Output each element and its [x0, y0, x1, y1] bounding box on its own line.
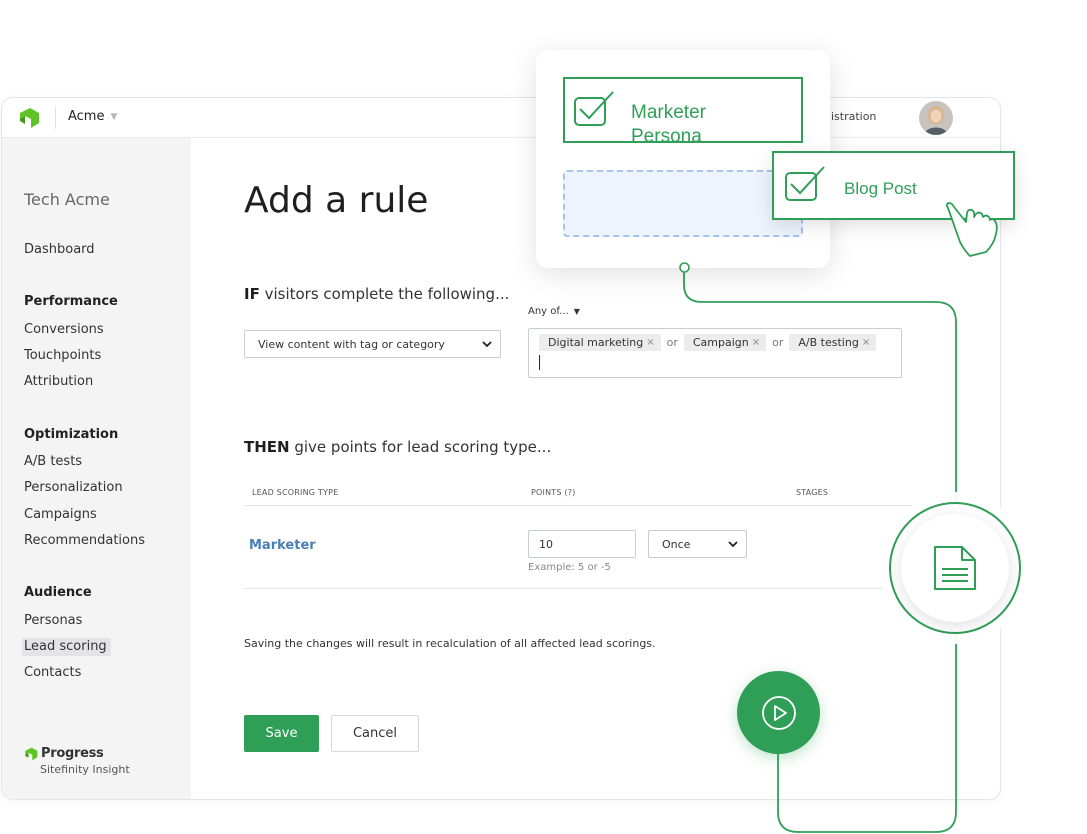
- sidebar-item-campaigns[interactable]: Campaigns: [24, 507, 97, 522]
- persona-card[interactable]: Marketer Persona: [563, 77, 803, 147]
- table-divider: [244, 588, 932, 589]
- progress-logo-icon: [25, 747, 38, 760]
- any-of-dropdown[interactable]: Any of... ▼: [528, 306, 580, 317]
- cancel-button[interactable]: Cancel: [331, 715, 419, 752]
- connector-node-icon: [679, 262, 690, 273]
- hand-pointer-icon: [945, 202, 998, 257]
- sidebar-item-conversions[interactable]: Conversions: [24, 322, 104, 337]
- sidebar-item-attribution[interactable]: Attribution: [24, 374, 93, 389]
- caret-down-icon: ▼: [573, 307, 580, 316]
- tenant-name: Tech Acme: [24, 190, 110, 209]
- lead-type-link[interactable]: Marketer: [249, 538, 316, 553]
- tag-label: Digital marketing: [548, 336, 644, 349]
- points-input[interactable]: 10: [528, 530, 636, 558]
- sidebar-item-ab-tests[interactable]: A/B tests: [24, 454, 82, 469]
- sidebar-item-dashboard[interactable]: Dashboard: [24, 242, 95, 257]
- tag-chip: Digital marketing ×: [539, 334, 661, 351]
- brand-name: Progress: [41, 746, 104, 761]
- any-of-label: Any of...: [528, 306, 569, 317]
- tag-chip: A/B testing ×: [789, 334, 877, 351]
- frequency-value: Once: [662, 537, 691, 551]
- if-text: visitors complete the following...: [259, 285, 510, 303]
- column-header-type: LEAD SCORING TYPE: [252, 488, 339, 497]
- page-title: Add a rule: [244, 180, 429, 221]
- or-separator: or: [666, 336, 678, 349]
- close-icon[interactable]: ×: [752, 337, 760, 348]
- top-bar: Acme ▼ nistration: [2, 98, 1000, 138]
- sidebar-section-audience: Audience: [24, 585, 92, 600]
- blog-card-label: Blog Post: [844, 179, 917, 198]
- sidebar-item-personas[interactable]: Personas: [24, 613, 82, 628]
- play-icon: [761, 695, 796, 730]
- avatar[interactable]: [919, 101, 953, 135]
- tag-label: A/B testing: [798, 336, 859, 349]
- document-node[interactable]: [889, 502, 1021, 634]
- points-value: 10: [539, 537, 553, 551]
- close-icon[interactable]: ×: [646, 337, 654, 348]
- checkbox-checked-icon: [574, 91, 614, 126]
- tag-chip: Campaign ×: [683, 334, 767, 351]
- document-icon: [934, 546, 976, 590]
- condition-select[interactable]: View content with tag or category: [244, 330, 501, 358]
- user-avatar-icon: [919, 101, 953, 135]
- chevron-down-icon: ▼: [110, 111, 118, 122]
- administration-link[interactable]: nistration: [824, 110, 876, 123]
- if-keyword: IF: [244, 285, 260, 303]
- drop-zone[interactable]: [563, 170, 803, 237]
- org-name: Acme: [68, 109, 105, 124]
- persona-card-label: Marketer Persona: [631, 102, 706, 147]
- column-header-stages: STAGES: [796, 488, 829, 497]
- chevron-down-icon: [482, 340, 492, 347]
- play-button[interactable]: [737, 671, 820, 754]
- sidebar-section-optimization: Optimization: [24, 427, 119, 442]
- sidebar-item-touchpoints[interactable]: Touchpoints: [24, 348, 101, 363]
- condition-select-value: View content with tag or category: [258, 337, 445, 351]
- then-keyword: THEN: [244, 438, 290, 456]
- if-heading: IF visitors complete the following...: [244, 285, 509, 303]
- or-separator: or: [772, 336, 784, 349]
- text-cursor: [539, 355, 540, 370]
- tag-label: Campaign: [692, 336, 749, 349]
- sidebar-section-performance: Performance: [24, 294, 118, 309]
- column-header-points: POINTS (?): [531, 488, 576, 497]
- sidebar-item-recommendations[interactable]: Recommendations: [24, 533, 145, 548]
- document-node-inner: [901, 514, 1009, 622]
- tag-input[interactable]: Digital marketing × or Campaign × or A/B t…: [528, 328, 902, 378]
- brand-logo: Progress Sitefinity Insight: [24, 746, 130, 776]
- frequency-select[interactable]: Once: [648, 530, 747, 558]
- chevron-down-icon: [728, 540, 738, 547]
- then-heading: THEN give points for lead scoring type..…: [244, 438, 551, 456]
- sidebar-item-lead-scoring[interactable]: Lead scoring: [22, 638, 111, 656]
- sidebar: Tech Acme Dashboard Performance Conversi…: [2, 138, 191, 799]
- progress-logo-icon[interactable]: [18, 107, 40, 129]
- table-divider: [244, 505, 932, 506]
- sidebar-item-personalization[interactable]: Personalization: [24, 480, 123, 495]
- topbar-divider: [55, 107, 56, 129]
- then-text: give points for lead scoring type...: [289, 438, 552, 456]
- org-switcher[interactable]: Acme ▼: [68, 109, 117, 124]
- checkbox-checked-icon: [785, 166, 825, 201]
- points-hint: Example: 5 or -5: [528, 562, 611, 573]
- close-icon[interactable]: ×: [862, 337, 870, 348]
- recalculation-notice: Saving the changes will result in recalc…: [244, 637, 656, 650]
- save-button[interactable]: Save: [244, 715, 319, 752]
- sidebar-item-contacts[interactable]: Contacts: [24, 665, 81, 680]
- brand-product: Sitefinity Insight: [40, 763, 130, 776]
